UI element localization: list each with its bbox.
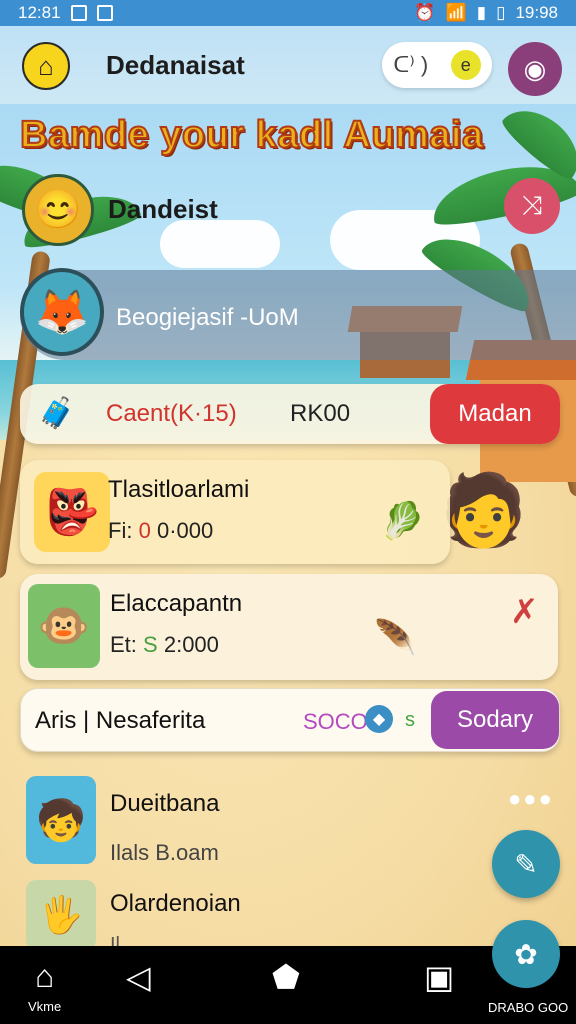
home-icon: ⌂ <box>34 958 55 994</box>
wifi-icon: 📶 <box>445 3 467 22</box>
meta-value: 2:000 <box>163 632 219 657</box>
item-name: Tlasitloarlami <box>108 476 250 503</box>
edit-icon[interactable]: ✎ <box>492 830 560 898</box>
character-thumbnail: 🧒 <box>26 776 96 864</box>
meta-prefix: Et: <box>110 632 137 657</box>
app-title: Dedanaisat <box>106 50 245 80</box>
cloud <box>160 220 280 268</box>
item-name: Olardenoian <box>110 890 241 917</box>
item-meta: Ilals B.oam <box>110 840 219 865</box>
avatar[interactable]: 🦊 <box>20 268 104 356</box>
feather-icon: 🪶 <box>374 619 417 657</box>
home-shape-icon: ⬟ <box>272 959 300 995</box>
nav-brand-label: DRABO GOO <box>488 1000 569 1015</box>
promo-price: RK00 <box>290 400 351 427</box>
profile-name: Dandeist <box>108 194 218 224</box>
nav-home-label: Vkme <box>28 999 62 1014</box>
nav-center[interactable]: ⬟ <box>272 958 300 996</box>
nav-back[interactable]: ◁ <box>126 958 151 996</box>
app-header: ⌂ Dedanaisat ᑕ⁾ ) e ◉ <box>0 26 576 104</box>
meta-dot: S <box>143 632 158 657</box>
signal-icon: ▮ <box>476 3 487 22</box>
profile-subtitle: Beogiejasif -UoM <box>116 304 299 331</box>
tablet-thumbnail: 🖐 <box>26 880 96 950</box>
decor-icon: 🥬 <box>380 500 425 541</box>
summary-amount: SOCO <box>303 709 368 734</box>
status-bar: 12:81 ⏰ 📶 ▮ ▯ 19:98 <box>0 0 576 26</box>
coin-pill[interactable]: ᑕ⁾ ) e <box>382 42 492 88</box>
more-dots-icon[interactable]: ●●● <box>508 786 554 812</box>
summary-label: Aris | Nesaferita <box>35 707 206 734</box>
wallet-icon: 🧳 <box>38 397 76 430</box>
meta-dot: 0 <box>138 518 151 543</box>
list-item[interactable]: 🐵 Elaccapantn Et: S 2:000 🪶 ✗ <box>20 574 558 680</box>
battery-icon: ▯ <box>496 3 506 22</box>
back-triangle-icon: ◁ <box>126 959 151 995</box>
summary-button[interactable]: Sodary <box>431 691 559 749</box>
close-icon[interactable]: ✗ <box>510 592 539 632</box>
promo-code: Caent(K·15) <box>106 400 237 427</box>
alarm-icon: ⏰ <box>414 3 436 22</box>
meta-prefix: Fi: <box>108 518 133 543</box>
meta-value: 0·000 <box>156 518 214 543</box>
status-time: 12:81 <box>18 3 61 22</box>
item-name: Dueitbana <box>110 790 220 817</box>
refresh-icon: ᑕ⁾ ) <box>393 52 429 77</box>
home-icon[interactable]: ⌂ <box>22 42 70 90</box>
settings-icon[interactable]: ✿ <box>492 920 560 988</box>
share-icon[interactable]: ⤨ <box>504 178 560 234</box>
status-right-time: 19:98 <box>515 3 558 22</box>
character-thumbnail: 🐵 <box>28 584 100 668</box>
summary-bar: Aris | Nesaferita SOCO ◆ s Sodary <box>20 688 560 752</box>
camera-icon[interactable]: ◉ <box>508 42 562 96</box>
item-name: Elaccapantn <box>110 590 243 617</box>
person-illustration: 🧑 <box>440 471 528 549</box>
item-meta: Fi: 0 0·000 <box>108 518 213 544</box>
notification-icon <box>70 5 87 21</box>
character-thumbnail: 👺 <box>34 472 110 552</box>
promo-card: 🧳 Caent(K·15) RK00 Madan <box>20 384 560 444</box>
gem-icon: ◆ <box>365 705 393 733</box>
nav-recents[interactable]: ▣ <box>424 958 454 996</box>
recents-icon: ▣ <box>424 959 455 995</box>
nav-home[interactable]: ⌂ Vkme <box>28 958 61 1014</box>
item-meta: Et: S 2:000 <box>110 632 219 658</box>
summary-suffix: s <box>405 709 415 731</box>
banner-title: Bamde your kadl Aumaia <box>19 113 484 157</box>
coin-icon: e <box>450 50 481 80</box>
image-icon <box>96 5 113 21</box>
avatar[interactable]: 😊 <box>22 174 94 246</box>
promo-button[interactable]: Madan <box>430 384 560 444</box>
